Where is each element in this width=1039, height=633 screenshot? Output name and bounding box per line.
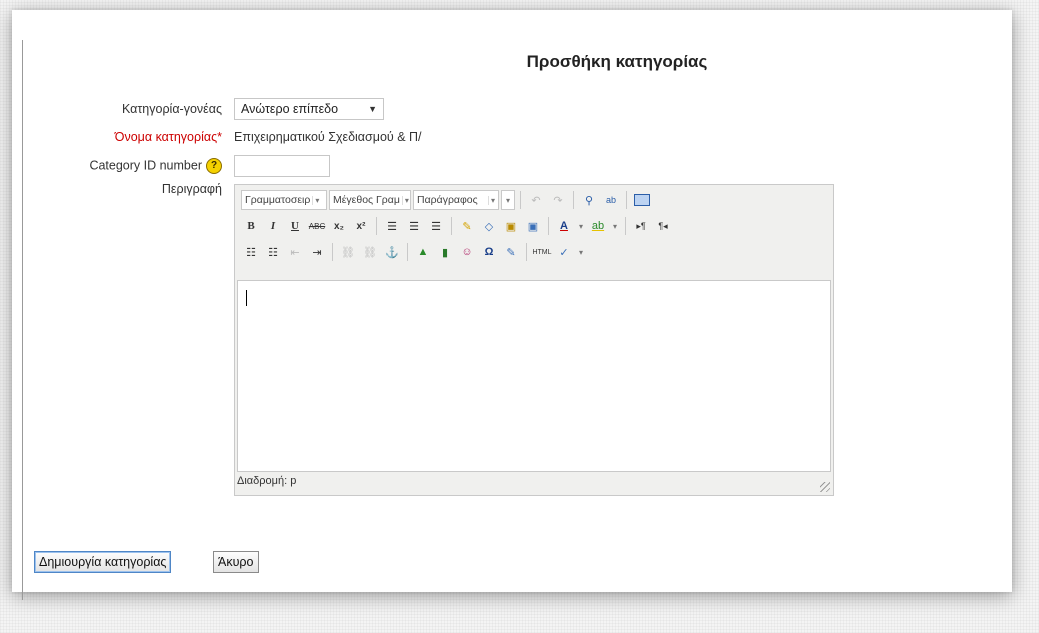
anchor-icon[interactable]: ⚓ bbox=[382, 242, 402, 262]
rich-text-editor: Γραμματοσειρ ▾ Μέγεθος Γραμ ▾ Παράγραφος ▾ … bbox=[234, 184, 834, 496]
format-arrow-button[interactable]: ▾ bbox=[501, 190, 515, 210]
edit-icon[interactable]: ✎ bbox=[501, 242, 521, 262]
chevron-down-icon: ▾ bbox=[312, 195, 319, 205]
description-label: Περιγραφή bbox=[161, 182, 222, 196]
toolbar-row-3: ☷ ☷ ⇤ ⇥ ⛓ ⛓ ⚓ ▲ ▮ ☺ Ω ✎ HTML ✓ ▾ bbox=[241, 241, 586, 263]
form-panel: Προσθήκη κατηγορίας Κατηγορία-γονέας Ανώ… bbox=[12, 10, 1012, 600]
cleanup-icon[interactable]: ✎ bbox=[457, 216, 477, 236]
toolbar-separator bbox=[376, 217, 377, 235]
font-family-value: Γραμματοσειρ bbox=[245, 194, 311, 206]
align-right-icon[interactable]: ☰ bbox=[426, 216, 446, 236]
category-name-label-text: Όνομα κατηγορίας bbox=[114, 130, 218, 144]
undo-icon[interactable]: ↶ bbox=[526, 190, 546, 210]
toolbar-separator bbox=[548, 217, 549, 235]
resize-grip-icon[interactable] bbox=[820, 482, 830, 492]
rtl-icon[interactable]: ¶◂ bbox=[653, 216, 673, 236]
page-title: Προσθήκη κατηγορίας bbox=[526, 52, 708, 71]
align-left-icon[interactable]: ☰ bbox=[382, 216, 402, 236]
help-icon[interactable]: ? bbox=[206, 158, 222, 174]
format-dropdown[interactable]: Παράγραφος ▾ bbox=[413, 190, 499, 210]
chevron-down-icon[interactable]: ▾ bbox=[576, 242, 586, 262]
toolbar-separator bbox=[407, 243, 408, 261]
format-value: Παράγραφος bbox=[417, 194, 478, 206]
superscript-icon[interactable]: x² bbox=[351, 216, 371, 236]
unlink-icon[interactable]: ⛓ bbox=[360, 242, 380, 262]
idnumber-label-text: Category ID number bbox=[89, 158, 202, 173]
toolbar-separator bbox=[526, 243, 527, 261]
image-icon[interactable]: ▲ bbox=[413, 242, 433, 262]
create-category-button[interactable]: Δημιουργία κατηγορίας bbox=[34, 551, 172, 573]
emoticon-icon[interactable]: ☺ bbox=[457, 242, 477, 262]
left-divider bbox=[22, 40, 23, 600]
editor-content-area[interactable] bbox=[237, 280, 831, 472]
replace-icon[interactable]: ab bbox=[601, 190, 621, 210]
parent-category-label: Κατηγορία-γονέας bbox=[121, 102, 222, 116]
toolbar-separator bbox=[332, 243, 333, 261]
italic-icon[interactable]: I bbox=[263, 216, 283, 236]
indent-icon[interactable]: ⇥ bbox=[307, 242, 327, 262]
toolbar-separator bbox=[626, 191, 627, 209]
font-size-value: Μέγεθος Γραμ bbox=[333, 194, 400, 206]
toolbar-row-1: Γραμματοσειρ ▾ Μέγεθος Γραμ ▾ Παράγραφος ▾ … bbox=[241, 189, 652, 211]
strikethrough-icon[interactable]: ABC bbox=[307, 216, 327, 236]
parent-category-select[interactable]: Ανώτερο επίπεδο ▼ bbox=[234, 98, 384, 120]
redo-icon[interactable]: ↷ bbox=[548, 190, 568, 210]
toolbar-separator bbox=[451, 217, 452, 235]
html-icon[interactable]: HTML bbox=[532, 242, 552, 262]
toolbar-separator bbox=[520, 191, 521, 209]
idnumber-input[interactable] bbox=[234, 155, 330, 177]
chevron-down-icon[interactable]: ▾ bbox=[610, 216, 620, 236]
link-icon[interactable]: ⛓ bbox=[338, 242, 358, 262]
category-name-label: Όνομα κατηγορίας* bbox=[12, 130, 222, 144]
underline-icon[interactable]: U bbox=[285, 216, 305, 236]
bold-icon[interactable]: B bbox=[241, 216, 261, 236]
required-mark: * bbox=[217, 130, 222, 144]
chevron-down-icon: ▾ bbox=[487, 195, 495, 205]
toolbar-separator bbox=[625, 217, 626, 235]
chevron-down-icon[interactable]: ▾ bbox=[576, 216, 586, 236]
font-size-dropdown[interactable]: Μέγεθος Γραμ ▾ bbox=[329, 190, 411, 210]
chevron-down-icon: ▾ bbox=[401, 195, 409, 205]
subscript-icon[interactable]: x₂ bbox=[329, 216, 349, 236]
bullet-list-icon[interactable]: ☷ bbox=[241, 242, 261, 262]
text-color-icon[interactable]: A bbox=[554, 216, 574, 236]
paste-word-icon[interactable]: ▣ bbox=[523, 216, 543, 236]
spellcheck-icon[interactable]: ✓ bbox=[554, 242, 574, 262]
editor-path: Διαδρομή: p bbox=[237, 475, 297, 487]
parent-category-value: Ανώτερο επίπεδο bbox=[241, 102, 339, 116]
paste-text-icon[interactable]: ▣ bbox=[501, 216, 521, 236]
category-name-field[interactable]: Επιχειρηματικού Σχεδιασμού & Π/ bbox=[234, 130, 422, 144]
align-center-icon[interactable]: ☰ bbox=[404, 216, 424, 236]
special-char-icon[interactable]: Ω bbox=[479, 242, 499, 262]
outdent-icon[interactable]: ⇤ bbox=[285, 242, 305, 262]
font-family-dropdown[interactable]: Γραμματοσειρ ▾ bbox=[241, 190, 327, 210]
background-color-icon[interactable]: ab bbox=[588, 216, 608, 236]
ltr-icon[interactable]: ▸¶ bbox=[631, 216, 651, 236]
cancel-button[interactable]: Άκυρο bbox=[213, 551, 259, 573]
fullscreen-icon[interactable] bbox=[632, 190, 652, 210]
media-icon[interactable]: ▮ bbox=[435, 242, 455, 262]
eraser-icon[interactable]: ◇ bbox=[479, 216, 499, 236]
find-icon[interactable]: ⚲ bbox=[579, 190, 599, 210]
toolbar-row-2: B I U ABC x₂ x² ☰ ☰ ☰ ✎ ◇ ▣ ▣ A ▾ ab ▾ ▸… bbox=[241, 215, 673, 237]
idnumber-label: Category ID number? bbox=[12, 158, 222, 174]
numbered-list-icon[interactable]: ☷ bbox=[263, 242, 283, 262]
toolbar-separator bbox=[573, 191, 574, 209]
text-caret bbox=[246, 290, 247, 306]
chevron-down-icon: ▼ bbox=[368, 104, 377, 114]
